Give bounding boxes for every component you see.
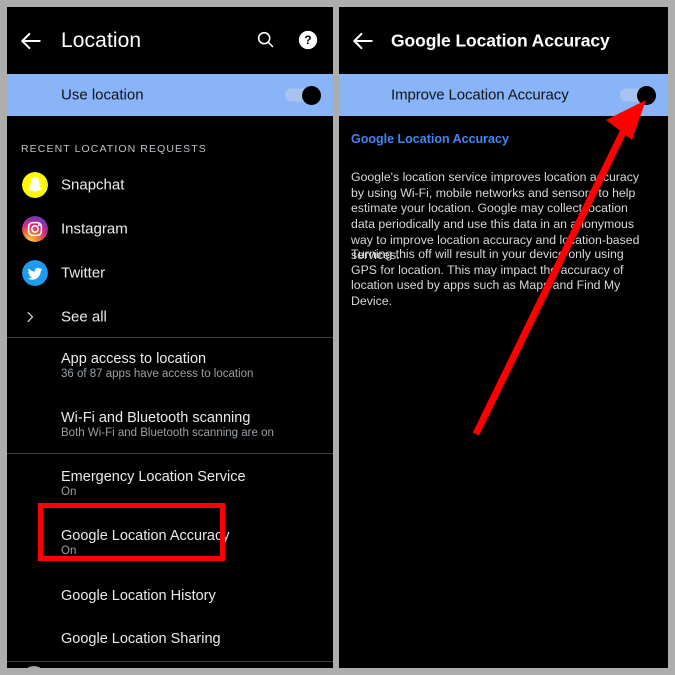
setting-title: Google Location History [61, 588, 216, 604]
divider [7, 337, 333, 338]
page-title: Google Location Accuracy [391, 30, 610, 50]
improve-location-accuracy-toggle[interactable] [620, 85, 656, 105]
improve-location-accuracy-switch-row[interactable]: Improve Location Accuracy [339, 74, 668, 116]
setting-title: Google Location Accuracy [61, 528, 230, 544]
help-circle-icon[interactable]: ? [297, 29, 321, 53]
see-all-row[interactable]: See all [7, 295, 333, 339]
list-item-snapchat[interactable]: Snapchat [7, 163, 333, 207]
arrow-left-icon[interactable] [350, 28, 376, 54]
description-paragraph: Turning this off will result in your dev… [351, 247, 624, 309]
use-location-toggle[interactable] [285, 85, 321, 105]
instagram-icon [22, 216, 48, 242]
setting-subtitle: On [61, 486, 77, 498]
setting-row-app-access[interactable]: App access to location 36 of 87 apps hav… [7, 351, 333, 393]
list-item-label: Twitter [61, 264, 106, 282]
setting-title: Location uses sources like GPS, Wi-Fi, m… [61, 667, 328, 668]
twitter-icon [22, 260, 48, 286]
right-appbar: Google Location Accuracy [339, 7, 668, 74]
list-item-label: Instagram [61, 220, 128, 238]
list-item-instagram[interactable]: Instagram [7, 207, 333, 251]
chevron-right-icon [24, 309, 37, 325]
setting-subtitle: 36 of 87 apps have access to location [61, 368, 254, 380]
use-location-switch-row[interactable]: Use location [7, 74, 333, 116]
left-appbar: Location ? [7, 7, 333, 74]
list-item-label: Snapchat [61, 176, 125, 194]
toggle-knob [637, 85, 656, 105]
use-location-label: Use location [61, 86, 144, 104]
setting-subtitle: On [61, 545, 77, 557]
location-source-icon [22, 666, 46, 668]
setting-row-wifi-bluetooth-scanning[interactable]: Wi-Fi and Bluetooth scanning Both Wi-Fi … [7, 410, 333, 452]
google-location-accuracy-panel: Google Location Accuracy Improve Locatio… [339, 7, 668, 668]
setting-subtitle: Both Wi-Fi and Bluetooth scanning are on [61, 427, 274, 439]
divider [7, 453, 333, 454]
setting-title: Google Location Sharing [61, 631, 221, 647]
setting-row-google-location-history[interactable]: Google Location History [7, 588, 333, 614]
svg-text:?: ? [304, 33, 311, 47]
arrow-left-icon[interactable] [18, 28, 44, 54]
page-title: Location [61, 28, 142, 52]
improve-location-accuracy-label: Improve Location Accuracy [391, 86, 569, 104]
search-icon[interactable] [255, 29, 279, 53]
snapchat-icon [22, 172, 48, 198]
setting-title: Wi-Fi and Bluetooth scanning [61, 410, 251, 426]
list-item-twitter[interactable]: Twitter [7, 251, 333, 295]
description-heading: Google Location Accuracy [351, 132, 509, 146]
see-all-label: See all [61, 308, 107, 326]
recent-location-requests-header: RECENT LOCATION REQUESTS [21, 143, 207, 155]
setting-title: App access to location [61, 351, 207, 367]
setting-row-partially-visible[interactable]: Location uses sources like GPS, Wi-Fi, m… [7, 662, 333, 668]
setting-row-emergency-location-service[interactable]: Emergency Location Service On [7, 469, 333, 511]
location-settings-panel: Location ? Use location RECENT LOCATION … [7, 7, 333, 668]
screenshot-root: Location ? Use location RECENT LOCATION … [0, 0, 675, 675]
setting-title: Emergency Location Service [61, 469, 246, 485]
setting-row-google-location-sharing[interactable]: Google Location Sharing [7, 631, 333, 657]
toggle-knob [302, 85, 321, 105]
setting-row-google-location-accuracy[interactable]: Google Location Accuracy On [7, 528, 333, 570]
